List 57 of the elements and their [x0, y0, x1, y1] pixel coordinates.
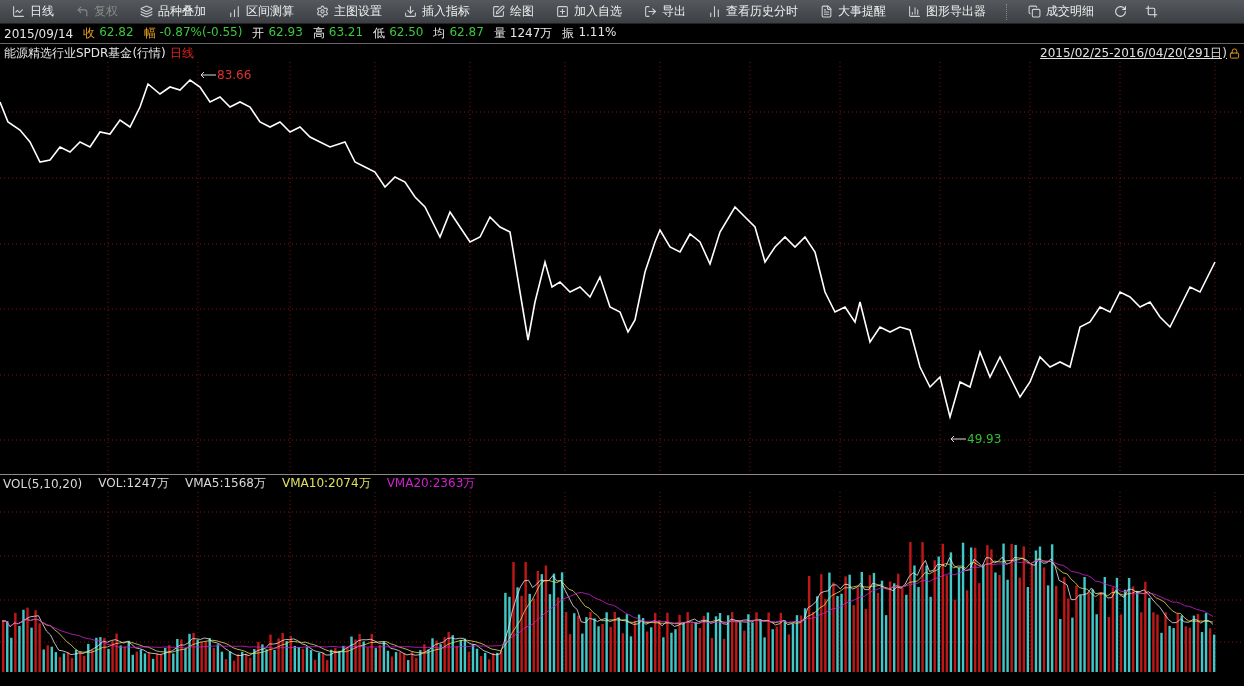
quote-value: 62.87: [449, 25, 484, 41]
toolbar-button[interactable]: 导出: [642, 1, 688, 22]
quote-label: 幅: [143, 25, 156, 42]
toolbar-button[interactable]: 成交明细: [1026, 1, 1096, 22]
quote-value: 1247万: [509, 25, 553, 42]
bar-chart-icon: [228, 5, 241, 18]
quote-label: 振: [562, 25, 575, 42]
toolbar-button[interactable]: 查看历史分时: [706, 1, 800, 22]
export-icon: [644, 5, 657, 18]
quote-label: 低: [373, 25, 386, 42]
toolbar-button[interactable]: 图形导出器: [906, 1, 988, 22]
arrow-icon: [950, 435, 966, 443]
toolbar-button[interactable]: 加入自选: [554, 1, 624, 22]
quote-value: 62.93: [268, 25, 303, 41]
layers-icon: [140, 5, 153, 18]
toolbar-button[interactable]: 绘图: [490, 1, 536, 22]
toolbar-button[interactable]: 区间测算: [226, 1, 296, 22]
bar-chart-icon: [908, 5, 921, 18]
toolbar-button[interactable]: 品种叠加: [138, 1, 208, 22]
pen-icon: [492, 5, 505, 18]
quote-value: -0.87%(-0.55): [159, 25, 243, 41]
volume-legend: VMA20:2363万: [386, 475, 476, 492]
period-label: 日线: [169, 44, 194, 62]
volume-legend: VMA10:2074万: [282, 475, 371, 492]
quote-label: 高: [312, 25, 325, 42]
plus-square-icon: [556, 5, 569, 18]
quote-label: 量: [493, 25, 506, 42]
volume-legend: VMA5:1568万: [185, 475, 266, 492]
quote-value: 62.82: [99, 25, 134, 41]
quote-value: 63.21: [328, 25, 364, 41]
lock-icon[interactable]: [1229, 47, 1240, 59]
date-range-link[interactable]: 2015/02/25-2016/04/20(291日): [1040, 44, 1227, 62]
toolbar-button[interactable]: 大事提醒: [818, 1, 888, 22]
low-price-label: 49.93: [967, 432, 1002, 446]
volume-legend: VOL(5,10,20): [3, 476, 83, 491]
settings-icon: [316, 5, 329, 18]
signal-bars-icon: [708, 5, 721, 18]
toolbar-button[interactable]: 插入指标: [402, 1, 472, 22]
high-price-label: 83.66: [217, 68, 252, 82]
corner-arrow-icon: [76, 5, 89, 18]
quote-label: 均: [433, 25, 446, 42]
toolbar-button[interactable]: 主图设置: [314, 1, 384, 22]
copy-icon: [1028, 5, 1041, 18]
arrow-icon: [200, 71, 216, 79]
download-icon: [404, 5, 417, 18]
quote-value: 1.11%: [578, 25, 617, 41]
line-chart-icon: [12, 5, 25, 18]
volume-legend: VOL:1247万: [98, 475, 169, 492]
quote-label: 收: [83, 25, 96, 42]
date-text: 2015/09/14: [4, 26, 74, 41]
quote-label: 开: [252, 25, 265, 42]
refresh-icon[interactable]: [1114, 5, 1127, 18]
chart-title: 能源精选行业SPDR基金(行情): [4, 44, 166, 62]
quote-value: 62.50: [389, 25, 424, 41]
document-icon: [820, 5, 833, 18]
toolbar-button[interactable]: 日线: [10, 1, 56, 22]
crop-icon[interactable]: [1145, 5, 1158, 18]
